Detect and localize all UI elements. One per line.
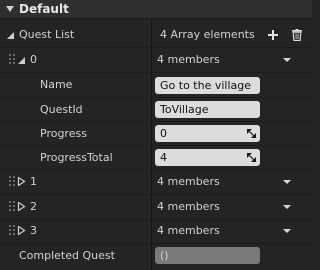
element-index-label: 3 <box>30 224 37 237</box>
quest-id-text-field[interactable]: ToVillage <box>155 101 260 118</box>
field-row-progress: Progress 0 <box>0 122 312 146</box>
element-index-label: 2 <box>30 200 37 213</box>
progress-value: 0 <box>160 127 167 140</box>
drag-handle-icon[interactable] <box>9 225 15 237</box>
quest-id-label: QuestId <box>40 103 83 116</box>
field-row-progress-total: ProgressTotal 4 <box>0 146 312 170</box>
element-expanded-arrow-icon[interactable] <box>17 56 26 65</box>
progress-total-label: ProgressTotal <box>40 151 113 164</box>
quest-list-expander-icon[interactable] <box>6 31 15 40</box>
element-summary[interactable]: 4 members <box>157 48 220 72</box>
drag-handle-icon[interactable] <box>9 54 15 66</box>
category-title: Default <box>19 2 69 16</box>
plus-icon[interactable] <box>268 30 278 40</box>
element-collapsed-arrow-icon[interactable] <box>17 177 26 186</box>
array-element-row-2: 2 4 members <box>0 195 312 219</box>
chevron-down-icon[interactable] <box>283 205 291 209</box>
element-summary[interactable]: 4 members <box>157 195 220 219</box>
element-summary[interactable]: 4 members <box>157 219 220 243</box>
array-element-row-1: 1 4 members <box>0 170 312 194</box>
completed-quest-label: Completed Quest <box>19 249 115 262</box>
name-text-field[interactable]: Go to the village <box>155 77 260 94</box>
progress-total-value: 4 <box>160 151 167 164</box>
spin-arrows-icon[interactable] <box>247 129 256 138</box>
drag-handle-icon[interactable] <box>9 176 15 188</box>
field-row-quest-id: QuestId ToVillage <box>0 98 312 122</box>
progress-label: Progress <box>40 127 87 140</box>
progress-total-number-field[interactable]: 4 <box>155 149 260 166</box>
field-row-name: Name Go to the village <box>0 73 312 97</box>
chevron-down-icon[interactable] <box>283 180 291 184</box>
collapse-arrow-icon <box>6 6 14 12</box>
chevron-down-icon[interactable] <box>283 58 291 62</box>
drag-handle-icon[interactable] <box>9 201 15 213</box>
spin-arrows-icon[interactable] <box>247 153 256 162</box>
trash-icon[interactable] <box>292 29 302 41</box>
element-summary[interactable]: 4 members <box>157 170 220 194</box>
category-header-default[interactable]: Default <box>0 0 312 19</box>
element-index-label: 1 <box>30 175 37 188</box>
quest-list-label: Quest List <box>19 28 75 41</box>
field-row-completed-quest: Completed Quest () <box>0 244 312 268</box>
quest-list-row: Quest List 4 Array elements <box>0 23 312 47</box>
quest-list-summary: 4 Array elements <box>160 28 255 41</box>
element-collapsed-arrow-icon[interactable] <box>17 202 26 211</box>
completed-quest-field: () <box>155 247 260 264</box>
name-label: Name <box>40 78 73 91</box>
array-element-row-3: 3 4 members <box>0 219 312 243</box>
progress-number-field[interactable]: 0 <box>155 125 260 142</box>
element-index-label: 0 <box>30 53 37 66</box>
array-element-row-0: 0 4 members <box>0 48 312 72</box>
element-collapsed-arrow-icon[interactable] <box>17 226 26 235</box>
chevron-down-icon[interactable] <box>283 229 291 233</box>
